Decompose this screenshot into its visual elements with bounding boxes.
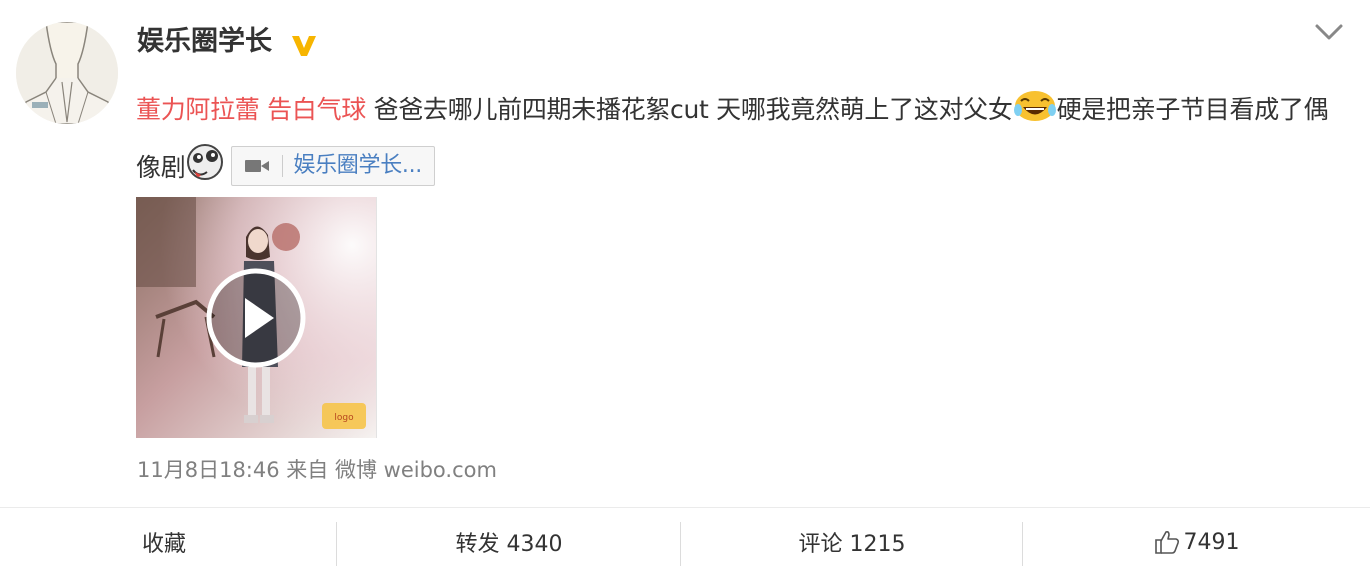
topic-link[interactable]: 告白气球	[267, 95, 366, 124]
divider	[282, 155, 284, 177]
author-avatar[interactable]	[16, 22, 118, 124]
topic-link[interactable]: 董力阿拉蕾	[136, 95, 260, 124]
post-text: 董力阿拉蕾 告白气球 爸爸去哪儿前四期未播花絮cut 天哪我竟然萌上了这对父女硬…	[136, 81, 1346, 197]
comment-button[interactable]: 评论 1215	[681, 508, 1023, 576]
repost-label: 转发 4340	[455, 532, 563, 557]
video-thumbnail[interactable]: logo	[136, 197, 377, 438]
drool-emoji-icon	[187, 144, 224, 180]
post-meta: 11月8日18:46 来自 微博 weibo.com	[137, 455, 497, 485]
chevron-down-icon[interactable]	[1312, 18, 1346, 46]
video-link-label[interactable]: 娱乐圈学长...	[293, 147, 422, 185]
author-name[interactable]: 娱乐圈学长	[137, 24, 272, 60]
thumbs-up-icon	[1154, 531, 1179, 554]
favorite-button[interactable]: 收藏	[0, 508, 337, 576]
laugh-cry-emoji-icon	[1013, 91, 1056, 121]
like-count: 7491	[1183, 529, 1240, 555]
video-camera-icon	[245, 160, 270, 172]
svg-text:logo: logo	[334, 413, 354, 423]
post-time[interactable]: 11月8日18:46	[137, 458, 280, 482]
repost-button[interactable]: 转发 4340	[337, 508, 681, 576]
verified-badge-icon	[292, 36, 316, 56]
from-label: 来自	[286, 458, 329, 482]
favorite-label: 收藏	[142, 532, 187, 557]
video-link-button[interactable]: 娱乐圈学长...	[231, 146, 435, 186]
post-source[interactable]: 微博 weibo.com	[335, 458, 497, 482]
comment-label: 评论 1215	[798, 532, 906, 557]
like-button[interactable]: 7491	[1023, 508, 1370, 576]
post-text-part: 爸爸去哪儿前四期未播花絮cut 天哪我竟然萌上了这对父女	[373, 95, 1013, 124]
action-bar: 收藏 转发 4340 评论 1215 7491	[0, 508, 1370, 576]
